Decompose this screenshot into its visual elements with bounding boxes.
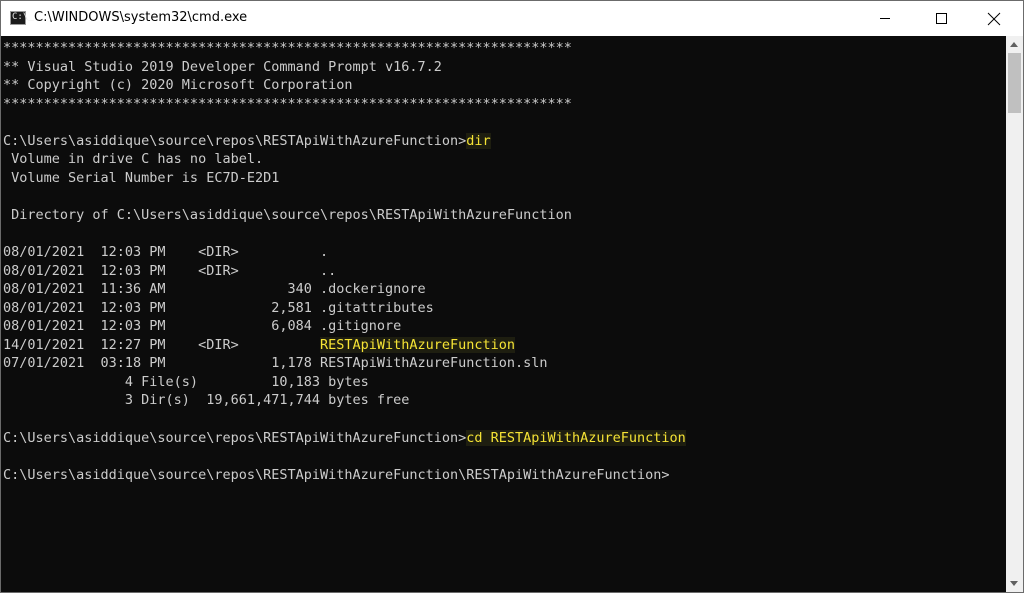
console-output[interactable]: ****************************************… bbox=[3, 39, 1003, 592]
console-line-text: Directory of C:\Users\asiddique\source\r… bbox=[3, 206, 572, 223]
console-line: 08/01/2021 12:03 PM <DIR> . bbox=[3, 243, 328, 261]
console-line: 07/01/2021 03:18 PM 1,178 RESTApiWithAzu… bbox=[3, 354, 548, 372]
scroll-up-arrow-icon[interactable] bbox=[1010, 42, 1018, 47]
console-line: 14/01/2021 12:27 PM <DIR> RESTApiWithAzu… bbox=[3, 336, 516, 354]
console-line: 08/01/2021 11:36 AM 340 .dockerignore bbox=[3, 280, 426, 298]
console-line: 4 File(s) 10,183 bytes bbox=[3, 373, 369, 391]
minimize-button[interactable] bbox=[862, 1, 908, 36]
maximize-button[interactable] bbox=[918, 1, 964, 36]
console-line-text: 4 File(s) 10,183 bytes bbox=[3, 373, 369, 390]
console-line: ** Visual Studio 2019 Developer Command … bbox=[3, 58, 442, 76]
close-button[interactable] bbox=[971, 1, 1017, 36]
console-line: C:\Users\asiddique\source\repos\RESTApiW… bbox=[3, 132, 491, 150]
console-line-text: 08/01/2021 11:36 AM 340 .dockerignore bbox=[3, 281, 426, 298]
console-line-text: C:\Users\asiddique\source\repos\RESTApiW… bbox=[3, 132, 467, 149]
cmd-icon[interactable]: C:\_ bbox=[10, 11, 34, 25]
console-line: 3 Dir(s) 19,661,471,744 bytes free bbox=[3, 391, 409, 409]
console-line: ** Copyright (c) 2020 Microsoft Corporat… bbox=[3, 76, 353, 94]
console-line: C:\Users\asiddique\source\repos\RESTApiW… bbox=[3, 466, 669, 484]
close-icon bbox=[987, 12, 1001, 25]
console-line: 08/01/2021 12:03 PM 6,084 .gitignore bbox=[3, 317, 401, 335]
console-line-text: ****************************************… bbox=[3, 95, 572, 112]
console-line-text: 08/01/2021 12:03 PM 6,084 .gitignore bbox=[3, 318, 402, 335]
console-line: C:\Users\asiddique\source\repos\RESTApiW… bbox=[3, 429, 686, 447]
console-line: ****************************************… bbox=[3, 95, 572, 113]
console-line: Directory of C:\Users\asiddique\source\r… bbox=[3, 206, 572, 224]
console-line-text: C:\Users\asiddique\source\repos\RESTApiW… bbox=[3, 429, 467, 446]
console-line-text: Volume Serial Number is EC7D-E2D1 bbox=[3, 169, 280, 186]
console-line-text: 08/01/2021 12:03 PM <DIR> . bbox=[3, 244, 329, 261]
console-line-text: C:\Users\asiddique\source\repos\RESTApiW… bbox=[3, 466, 670, 483]
highlighted-text: cd RESTApiWithAzureFunction bbox=[466, 429, 686, 446]
scroll-down-arrow-icon[interactable] bbox=[1010, 581, 1018, 586]
console-line-text: 07/01/2021 03:18 PM 1,178 RESTApiWithAzu… bbox=[3, 355, 548, 372]
scrollbar-thumb[interactable] bbox=[1008, 53, 1021, 113]
console-line-text: ** Copyright (c) 2020 Microsoft Corporat… bbox=[3, 77, 353, 94]
console-line-text: 3 Dir(s) 19,661,471,744 bytes free bbox=[3, 392, 410, 409]
console-line-text: 08/01/2021 12:03 PM <DIR> .. bbox=[3, 262, 337, 279]
title-bar[interactable]: C:\_ C:\WINDOWS\system32\cmd.exe bbox=[1, 1, 1023, 36]
window-title: C:\WINDOWS\system32\cmd.exe bbox=[34, 10, 248, 25]
console-line: ****************************************… bbox=[3, 39, 572, 57]
highlighted-text: RESTApiWithAzureFunction bbox=[319, 336, 516, 353]
console-line-text: 08/01/2021 12:03 PM 2,581 .gitattributes bbox=[3, 299, 434, 316]
maximize-icon bbox=[935, 13, 947, 24]
highlighted-text: dir bbox=[466, 132, 491, 149]
cmd-window: C:\_ C:\WINDOWS\system32\cmd.exe *******… bbox=[0, 0, 1024, 593]
console-line-text: ** Visual Studio 2019 Developer Command … bbox=[3, 58, 442, 75]
console-line: Volume in drive C has no label. bbox=[3, 150, 263, 168]
console-line: 08/01/2021 12:03 PM 2,581 .gitattributes bbox=[3, 299, 434, 317]
console-line-text: Volume in drive C has no label. bbox=[3, 151, 264, 168]
console-line-text: 14/01/2021 12:27 PM <DIR> bbox=[3, 336, 320, 353]
cmd-icon-glyph: C:\_ bbox=[12, 12, 34, 22]
console-line-text: ****************************************… bbox=[3, 40, 572, 56]
vertical-scrollbar[interactable] bbox=[1006, 36, 1023, 592]
minimize-icon bbox=[880, 18, 890, 19]
console-line: Volume Serial Number is EC7D-E2D1 bbox=[3, 169, 279, 187]
console-line: 08/01/2021 12:03 PM <DIR> .. bbox=[3, 262, 336, 280]
